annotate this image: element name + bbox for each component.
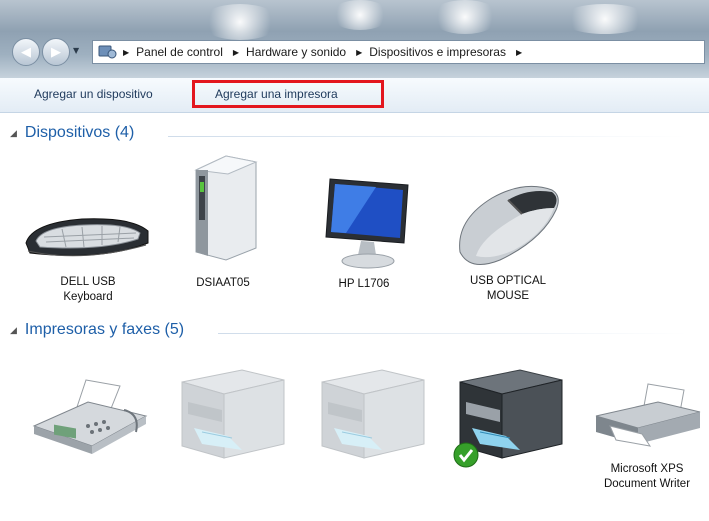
breadcrumb-separator-icon[interactable]: ▶ (516, 48, 522, 57)
breadcrumb-panel-de-control[interactable]: Panel de control (136, 45, 223, 59)
computer-tower-icon (194, 155, 258, 261)
printer-label: Microsoft XPS Document Writer (603, 463, 691, 490)
glass-glare (330, 0, 390, 30)
printers-group-title: Impresoras y faxes (5) (24, 321, 185, 338)
add-printer-highlight-box (192, 80, 384, 108)
device-item-dell-usb-keyboard[interactable]: DELL USB Keyboard (22, 205, 154, 311)
printer-item-multifunction-2[interactable] (312, 366, 430, 462)
printer-item-microsoft-xps-document-writer[interactable]: Microsoft XPS Document Writer (588, 382, 706, 510)
multifunction-printer-icon (181, 369, 285, 459)
breadcrumb-separator-icon[interactable]: ▶ (123, 48, 129, 57)
address-bar[interactable]: ▶ Panel de control ▶ Hardware y sonido ▶… (92, 40, 705, 64)
collapse-triangle-icon[interactable]: ◢ (10, 128, 17, 139)
device-label: DELL USB Keyboard (60, 276, 116, 303)
device-label: HP L1706 (338, 278, 390, 290)
device-label: DSIAAT05 (196, 277, 250, 289)
add-device-button[interactable]: Agregar un dispositivo (34, 87, 153, 101)
default-check-icon (453, 442, 479, 468)
printer-item-multifunction-1[interactable] (172, 366, 290, 462)
monitor-icon (325, 178, 409, 269)
forward-arrow-icon: ▶ (51, 44, 61, 60)
back-button[interactable]: ◀ (12, 38, 40, 66)
device-label: USB OPTICAL MOUSE (469, 275, 547, 302)
mouse-icon (459, 185, 559, 265)
glass-glare (430, 0, 500, 34)
recent-pages-dropdown-icon[interactable]: ▼ (73, 46, 79, 55)
printer-item-fax[interactable] (28, 376, 152, 456)
devices-group-title: Dispositivos (4) (24, 124, 135, 141)
glass-glare (560, 4, 650, 34)
window-title-bar (0, 0, 709, 78)
back-arrow-icon: ◀ (21, 44, 31, 60)
control-panel-icon (98, 45, 117, 59)
device-item-dsiaat05[interactable]: DSIAAT05 (186, 152, 260, 292)
devices-group-header[interactable]: ◢ Dispositivos (4) (10, 124, 134, 142)
fax-icon (32, 379, 148, 454)
keyboard-icon (25, 218, 149, 257)
breadcrumb-separator-icon[interactable]: ▶ (233, 48, 239, 57)
glass-glare (200, 4, 280, 40)
breadcrumb-separator-icon[interactable]: ▶ (356, 48, 362, 57)
multifunction-printer-icon (321, 369, 425, 459)
printers-group-header[interactable]: ◢ Impresoras y faxes (5) (10, 321, 184, 339)
forward-button[interactable]: ▶ (42, 38, 70, 66)
printer-icon (595, 383, 701, 447)
breadcrumb-hardware-y-sonido[interactable]: Hardware y sonido (246, 45, 346, 59)
device-item-usb-optical-mouse[interactable]: USB OPTICAL MOUSE (452, 180, 564, 310)
group-divider (168, 136, 688, 137)
device-item-hp-l1706[interactable]: HP L1706 (316, 175, 412, 293)
collapse-triangle-icon[interactable]: ◢ (10, 325, 17, 336)
group-divider (218, 333, 688, 334)
breadcrumb-dispositivos-e-impresoras[interactable]: Dispositivos e impresoras (369, 45, 506, 59)
